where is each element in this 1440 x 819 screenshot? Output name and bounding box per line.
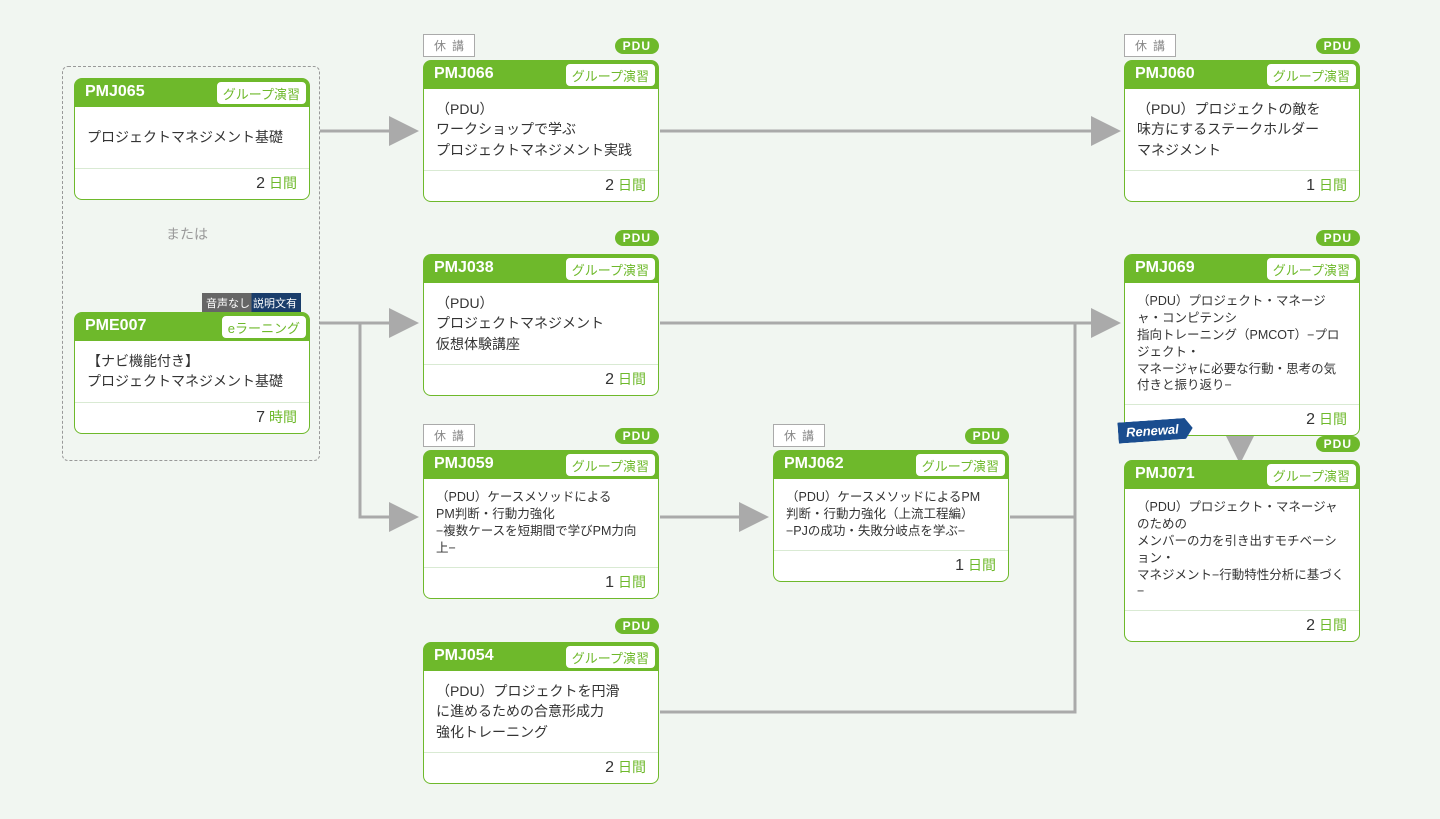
course-code: PMJ069 [1125,255,1266,283]
course-title: （PDU）プロジェクトの敵を 味方にするステークホルダー マネジメント [1125,89,1359,171]
pdu-badge: PDU [1316,436,1360,452]
badge-row-pmj066: 休講 PDU [423,34,659,57]
course-tag: グループ演習 [565,645,656,669]
course-code: PME007 [75,313,221,341]
course-title: （PDU）ケースメソッドによるPM 判断・行動力強化（上流工程編） −PJの成功… [774,479,1008,551]
suspended-badge: 休講 [773,424,825,447]
course-title: （PDU）プロジェクト・マネージャ・コンピテンシ 指向トレーニング（PMCOT）… [1125,283,1359,405]
card-pmj062[interactable]: PMJ062 グループ演習 （PDU）ケースメソッドによるPM 判断・行動力強化… [773,450,1009,582]
card-pmj038[interactable]: PMJ038 グループ演習 （PDU） プロジェクトマネジメント 仮想体験講座 … [423,254,659,396]
course-code: PMJ066 [424,61,565,89]
badge-row-pmj062: 休講 PDU [773,424,1009,447]
pdu-badge: PDU [615,618,659,634]
badge-row-pmj038: PDU [423,230,659,246]
badge-row-pmj060: 休講 PDU [1124,34,1360,57]
badge-row-pmj059: 休講 PDU [423,424,659,447]
course-title: （PDU） プロジェクトマネジメント 仮想体験講座 [424,283,658,365]
card-pme007[interactable]: PME007 eラーニング 【ナビ機能付き】 プロジェクトマネジメント基礎 7時… [74,312,310,434]
card-pmj065[interactable]: PMJ065 グループ演習 プロジェクトマネジメント基礎 2日間 [74,78,310,200]
course-tag: グループ演習 [1266,63,1357,87]
course-title: （PDU）プロジェクト・マネージャのための メンバーの力を引き出すモチベーション… [1125,489,1359,611]
card-pmj060[interactable]: PMJ060 グループ演習 （PDU）プロジェクトの敵を 味方にするステークホル… [1124,60,1360,202]
pdu-badge: PDU [965,428,1009,444]
suspended-badge: 休講 [1124,34,1176,57]
course-tag: グループ演習 [565,257,656,281]
course-code: PMJ062 [774,451,915,479]
audio-badge: 音声なし 説明文有 [202,293,301,313]
pdu-badge: PDU [1316,38,1360,54]
pdu-badge: PDU [1316,230,1360,246]
course-code: PMJ054 [424,643,565,671]
course-code: PMJ071 [1125,461,1266,489]
pdu-badge: PDU [615,428,659,444]
course-tag: グループ演習 [216,81,307,105]
suspended-badge: 休講 [423,34,475,57]
course-title: （PDU）ケースメソッドによる PM判断・行動力強化 −複数ケースを短期間で学び… [424,479,658,568]
course-title: 【ナビ機能付き】 プロジェクトマネジメント基礎 [75,341,309,403]
course-code: PMJ038 [424,255,565,283]
badge-row-pmj071: PDU [1124,436,1360,452]
card-pmj069[interactable]: PMJ069 グループ演習 （PDU）プロジェクト・マネージャ・コンピテンシ 指… [1124,254,1360,436]
course-tag: グループ演習 [915,453,1006,477]
course-tag: グループ演習 [1266,463,1357,487]
course-code: PMJ060 [1125,61,1266,89]
pdu-badge: PDU [615,230,659,246]
suspended-badge: 休講 [423,424,475,447]
course-title: プロジェクトマネジメント基礎 [75,107,309,169]
course-title: （PDU） ワークショップで学ぶ プロジェクトマネジメント実践 [424,89,658,171]
badge-row-pmj069: PDU [1124,230,1360,246]
badge-row-pmj054: PDU [423,618,659,634]
course-code: PMJ065 [75,79,216,107]
course-tag: グループ演習 [565,453,656,477]
or-label: または [166,224,208,244]
course-code: PMJ059 [424,451,565,479]
course-tag: グループ演習 [565,63,656,87]
course-title: （PDU）プロジェクトを円滑 に進めるための合意形成力 強化トレーニング [424,671,658,753]
card-pmj059[interactable]: PMJ059 グループ演習 （PDU）ケースメソッドによる PM判断・行動力強化… [423,450,659,599]
card-pmj054[interactable]: PMJ054 グループ演習 （PDU）プロジェクトを円滑 に進めるための合意形成… [423,642,659,784]
pdu-badge: PDU [615,38,659,54]
card-pmj066[interactable]: PMJ066 グループ演習 （PDU） ワークショップで学ぶ プロジェクトマネジ… [423,60,659,202]
card-pmj071[interactable]: PMJ071 グループ演習 （PDU）プロジェクト・マネージャのための メンバー… [1124,460,1360,642]
course-tag: グループ演習 [1266,257,1357,281]
course-tag: eラーニング [221,315,307,339]
